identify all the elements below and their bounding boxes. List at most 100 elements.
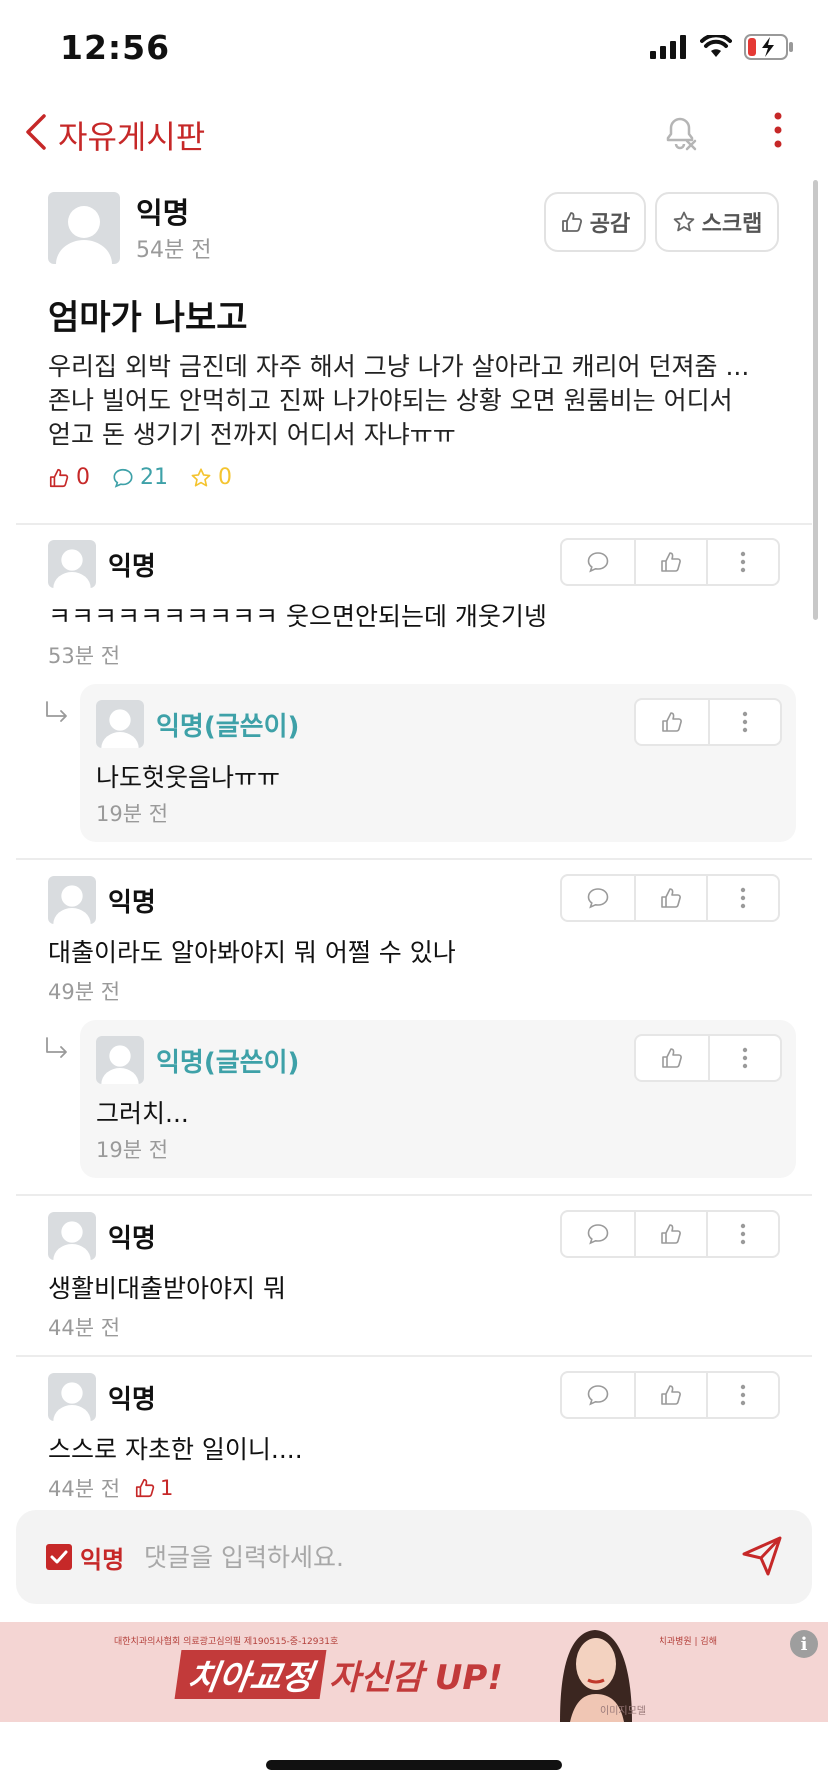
reply-button[interactable] <box>562 1212 634 1256</box>
comment-text: 스스로 자초한 일이니.... <box>48 1435 303 1464</box>
like-post-label: 공감 <box>589 212 631 237</box>
comment-author: 익명 <box>108 888 156 918</box>
comment-author: 익명 <box>108 1385 156 1415</box>
ad-headline-part2: 자신감 UP! <box>329 1657 503 1698</box>
divider <box>16 523 812 525</box>
notification-off-bell-icon[interactable] <box>660 112 700 152</box>
comment-time: 53분 전 <box>48 644 121 668</box>
like-reply-button[interactable] <box>636 1036 708 1080</box>
thumbs-up-icon <box>661 1385 681 1405</box>
ad-headline-part1: 치아교정 <box>174 1649 327 1699</box>
reply-button[interactable] <box>562 876 634 920</box>
home-indicator[interactable] <box>266 1760 562 1770</box>
anonymous-checkbox[interactable] <box>46 1544 72 1570</box>
thumbs-up-icon <box>661 888 681 908</box>
reply-button[interactable] <box>562 540 634 584</box>
post-body-line: 우리집 외박 금진데 자주 해서 그냥 나가 살아라고 캐리어 던져줌 ... <box>48 352 750 381</box>
comment-like-count: 1 <box>134 1476 173 1500</box>
ad-info-icon[interactable]: i <box>790 1630 818 1658</box>
reply-card: 익명(글쓴이) 그러치... 19분 전 <box>80 1020 796 1178</box>
like-comment-button[interactable] <box>634 1373 706 1417</box>
status-bar: 12:56 <box>0 0 828 100</box>
reply-text: 그러치... <box>96 1099 189 1128</box>
nav-bar: 자유게시판 <box>0 100 828 182</box>
more-vertical-icon <box>740 1384 746 1406</box>
comment-input[interactable] <box>144 1534 724 1580</box>
reply-actions <box>634 1034 782 1082</box>
divider <box>16 858 812 860</box>
wifi-icon <box>700 35 732 57</box>
anonymous-label[interactable]: 익명 <box>80 1540 124 1575</box>
status-icons <box>650 34 794 60</box>
post-body: 우리집 외박 금진데 자주 해서 그냥 나가 살아라고 캐리어 던져줌 ... … <box>48 350 788 452</box>
battery-charging-icon <box>744 34 793 60</box>
comment-time: 44분 전 <box>48 1316 121 1340</box>
post-time: 54분 전 <box>136 238 212 263</box>
scrap-post-button[interactable]: 스크랩 <box>655 192 779 252</box>
post-title: 엄마가 나보고 <box>48 298 248 338</box>
reply-more-button[interactable] <box>708 700 780 744</box>
status-time: 12:56 <box>60 28 171 67</box>
checkmark-icon <box>50 1550 68 1564</box>
post-body-line: 얻고 돈 생기기 전까지 어디서 자냐ㅠㅠ <box>48 420 456 449</box>
thumbs-up-icon <box>561 212 582 232</box>
ad-banner[interactable]: 대한치과의사협회 의료광고심의필 제190515-중-12931호 뉴욕치과병원… <box>0 1622 828 1722</box>
speech-bubble-icon <box>587 552 609 573</box>
comment-actions <box>560 1210 780 1258</box>
ad-model-caption: 이미지모델 <box>600 1706 646 1717</box>
like-comment-button[interactable] <box>634 1212 706 1256</box>
like-comment-button[interactable] <box>634 540 706 584</box>
scrollbar[interactable] <box>813 180 818 620</box>
comment-more-button[interactable] <box>706 876 778 920</box>
speech-bubble-icon <box>587 1385 609 1406</box>
star-icon <box>673 211 694 232</box>
like-reply-button[interactable] <box>636 700 708 744</box>
comment-more-button[interactable] <box>706 540 778 584</box>
cellular-signal-icon <box>650 35 686 59</box>
board-title[interactable]: 자유게시판 <box>58 112 205 158</box>
comment-time: 44분 전 1 <box>48 1476 174 1501</box>
post-comment-count: 21 <box>112 465 168 490</box>
thumbs-up-icon <box>662 712 682 732</box>
comment-avatar <box>48 876 96 924</box>
more-vertical-icon <box>742 711 748 733</box>
thumbs-up-icon <box>49 468 69 487</box>
speech-bubble-icon <box>587 1224 609 1245</box>
divider <box>16 1355 812 1357</box>
star-icon <box>191 467 211 487</box>
speech-bubble-icon <box>587 888 609 909</box>
more-vertical-icon[interactable] <box>768 110 788 150</box>
post-like-count: 0 <box>48 465 90 490</box>
post-author-avatar <box>48 192 120 264</box>
post-author: 익명 <box>136 196 190 230</box>
thumbs-up-icon <box>135 1478 155 1498</box>
more-vertical-icon <box>742 1047 748 1069</box>
back-chevron-icon[interactable] <box>24 112 48 152</box>
comment-author: 익명 <box>108 1224 156 1254</box>
comment-more-button[interactable] <box>706 1373 778 1417</box>
more-vertical-icon <box>740 551 746 573</box>
reply-button[interactable] <box>562 1373 634 1417</box>
reply-card: 익명(글쓴이) 나도헛웃음나ㅠㅠ 19분 전 <box>80 684 796 842</box>
send-icon[interactable] <box>740 1534 784 1578</box>
speech-bubble-icon <box>113 468 133 488</box>
reply-avatar <box>96 1036 144 1084</box>
reply-more-button[interactable] <box>708 1036 780 1080</box>
comment-text: 대출이라도 알아봐야지 뭐 어쩔 수 있나 <box>48 938 456 967</box>
comment-text: 생활비대출받아야지 뭐 <box>48 1274 286 1303</box>
like-post-button[interactable]: 공감 <box>544 192 646 252</box>
like-comment-button[interactable] <box>634 876 706 920</box>
reply-arrow-icon <box>46 1037 67 1058</box>
comment-time: 49분 전 <box>48 980 121 1004</box>
comment-actions <box>560 538 780 586</box>
comment-actions <box>560 874 780 922</box>
comment-more-button[interactable] <box>706 1212 778 1256</box>
reply-text: 나도헛웃음나ㅠㅠ <box>96 763 281 792</box>
divider <box>16 1194 812 1196</box>
thumbs-up-icon <box>662 1048 682 1068</box>
reply-arrow-icon <box>46 701 67 722</box>
comment-avatar <box>48 540 96 588</box>
reply-author: 익명(글쓴이) <box>156 1048 300 1078</box>
post-body-line: 존나 빌어도 안먹히고 진짜 나가야되는 상황 오면 원룸비는 어디서 <box>48 386 733 415</box>
comment-avatar <box>48 1212 96 1260</box>
